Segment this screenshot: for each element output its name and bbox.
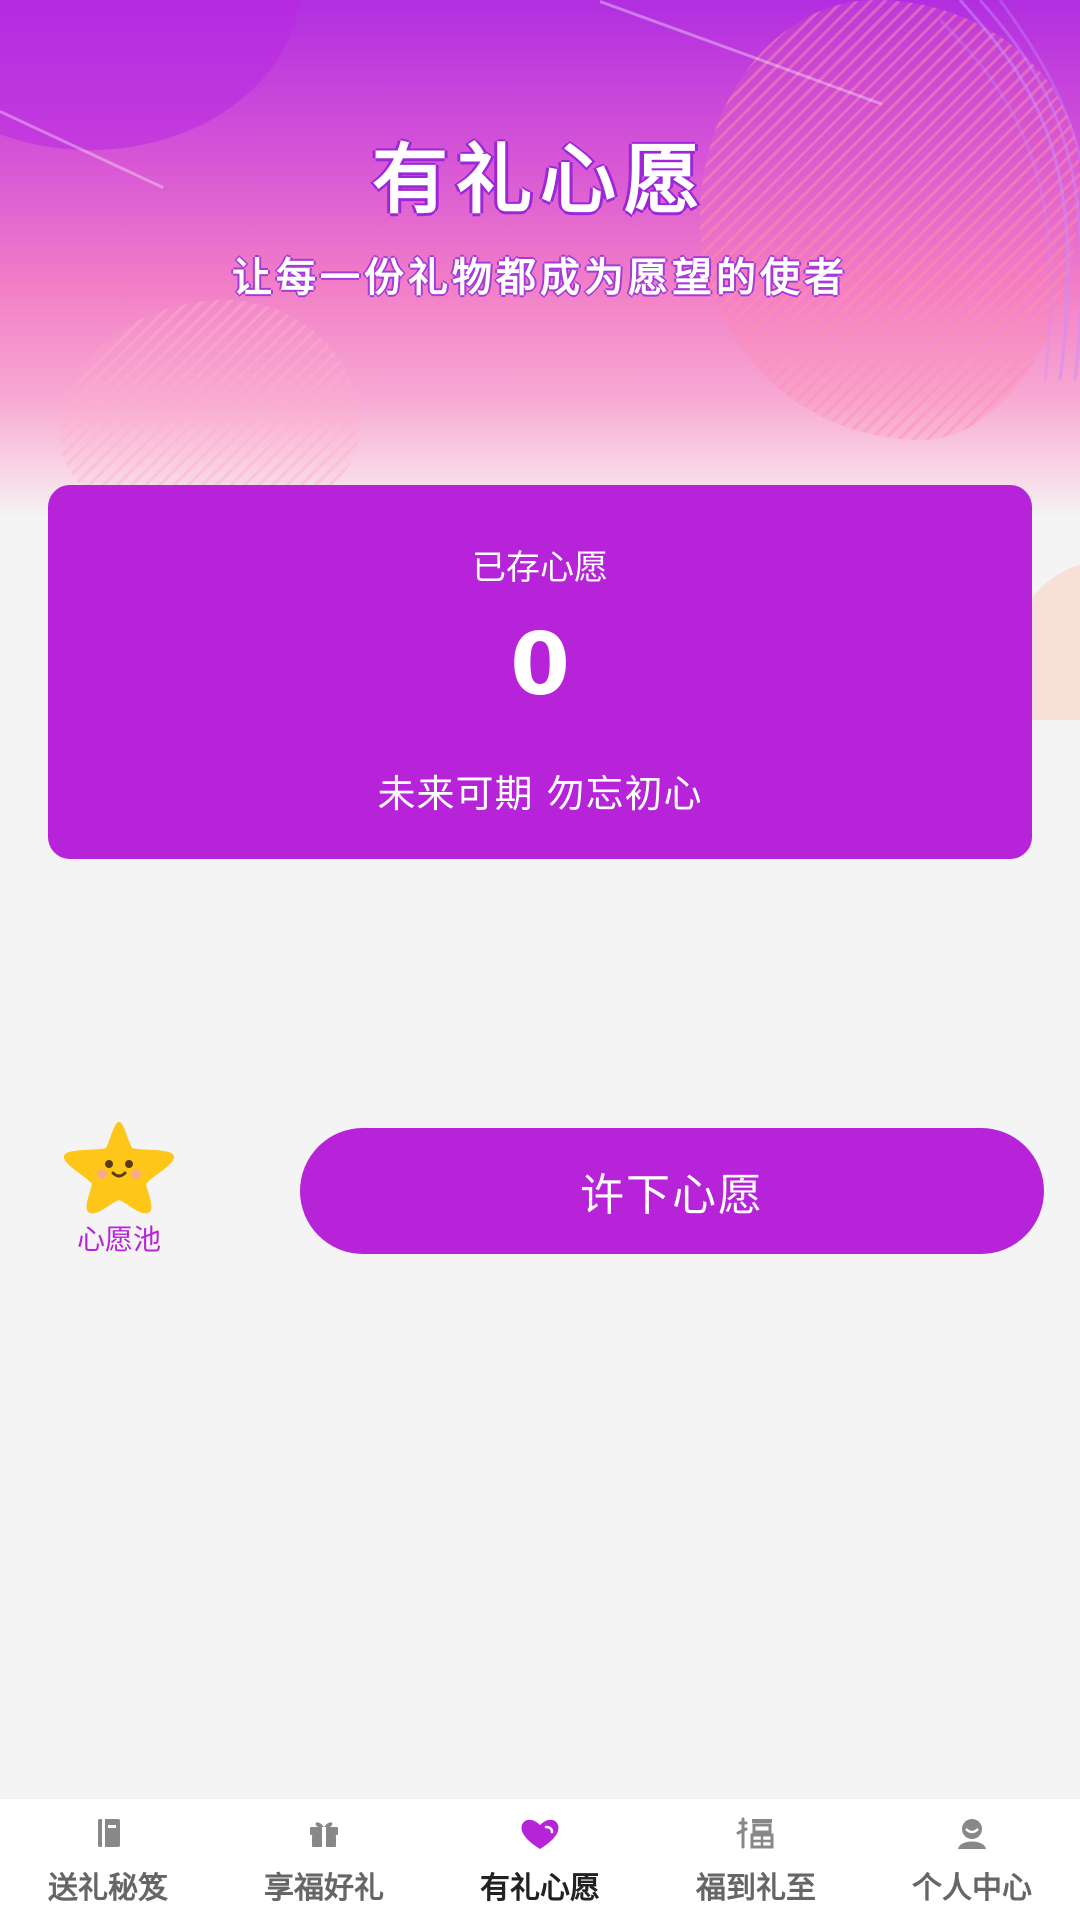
wish-motto: 未来可期 勿忘初心 bbox=[377, 772, 703, 816]
tab-good-gifts[interactable]: 享福好礼 bbox=[216, 1799, 432, 1920]
saved-wishes-count: 0 bbox=[510, 615, 570, 715]
tab-label: 送礼秘笈 bbox=[48, 1871, 168, 1906]
page-subtitle: 让每一份礼物都成为愿望的使者 bbox=[232, 255, 848, 301]
wish-page: 有礼心愿 让每一份礼物都成为愿望的使者 已存心愿 0 未来可期 勿忘初心 心愿池… bbox=[0, 0, 1080, 1920]
page-title: 有礼心愿 bbox=[372, 135, 708, 224]
wish-count-card: 已存心愿 0 未来可期 勿忘初心 bbox=[48, 485, 1032, 859]
tab-gift-wish[interactable]: 有礼心愿 bbox=[432, 1799, 648, 1920]
user-icon bbox=[958, 1819, 986, 1849]
saved-wishes-label: 已存心愿 bbox=[472, 548, 608, 588]
fu-character-icon bbox=[736, 1817, 774, 1849]
tab-label: 享福好礼 bbox=[264, 1871, 384, 1906]
gift-icon bbox=[310, 1822, 338, 1847]
wish-pool-button[interactable]: 心愿池 bbox=[56, 1118, 182, 1258]
heart-icon bbox=[521, 1819, 559, 1849]
tab-blessing-arrives[interactable]: 福到礼至 bbox=[648, 1799, 864, 1920]
tab-personal-center[interactable]: 个人中心 bbox=[864, 1799, 1080, 1920]
make-wish-button[interactable]: 许下心愿 bbox=[300, 1128, 1044, 1254]
tab-label: 个人中心 bbox=[912, 1871, 1032, 1906]
tab-label: 福到礼至 bbox=[696, 1871, 816, 1906]
smiling-star-icon bbox=[63, 1122, 175, 1214]
bottom-tab-bar: 送礼秘笈 享福好礼 有礼心愿 福到礼至 个人中心 bbox=[0, 1798, 1080, 1920]
book-icon bbox=[98, 1819, 120, 1847]
tab-label: 有礼心愿 bbox=[480, 1871, 600, 1906]
wish-pool-label: 心愿池 bbox=[76, 1223, 161, 1256]
tab-gift-guide[interactable]: 送礼秘笈 bbox=[0, 1799, 216, 1920]
